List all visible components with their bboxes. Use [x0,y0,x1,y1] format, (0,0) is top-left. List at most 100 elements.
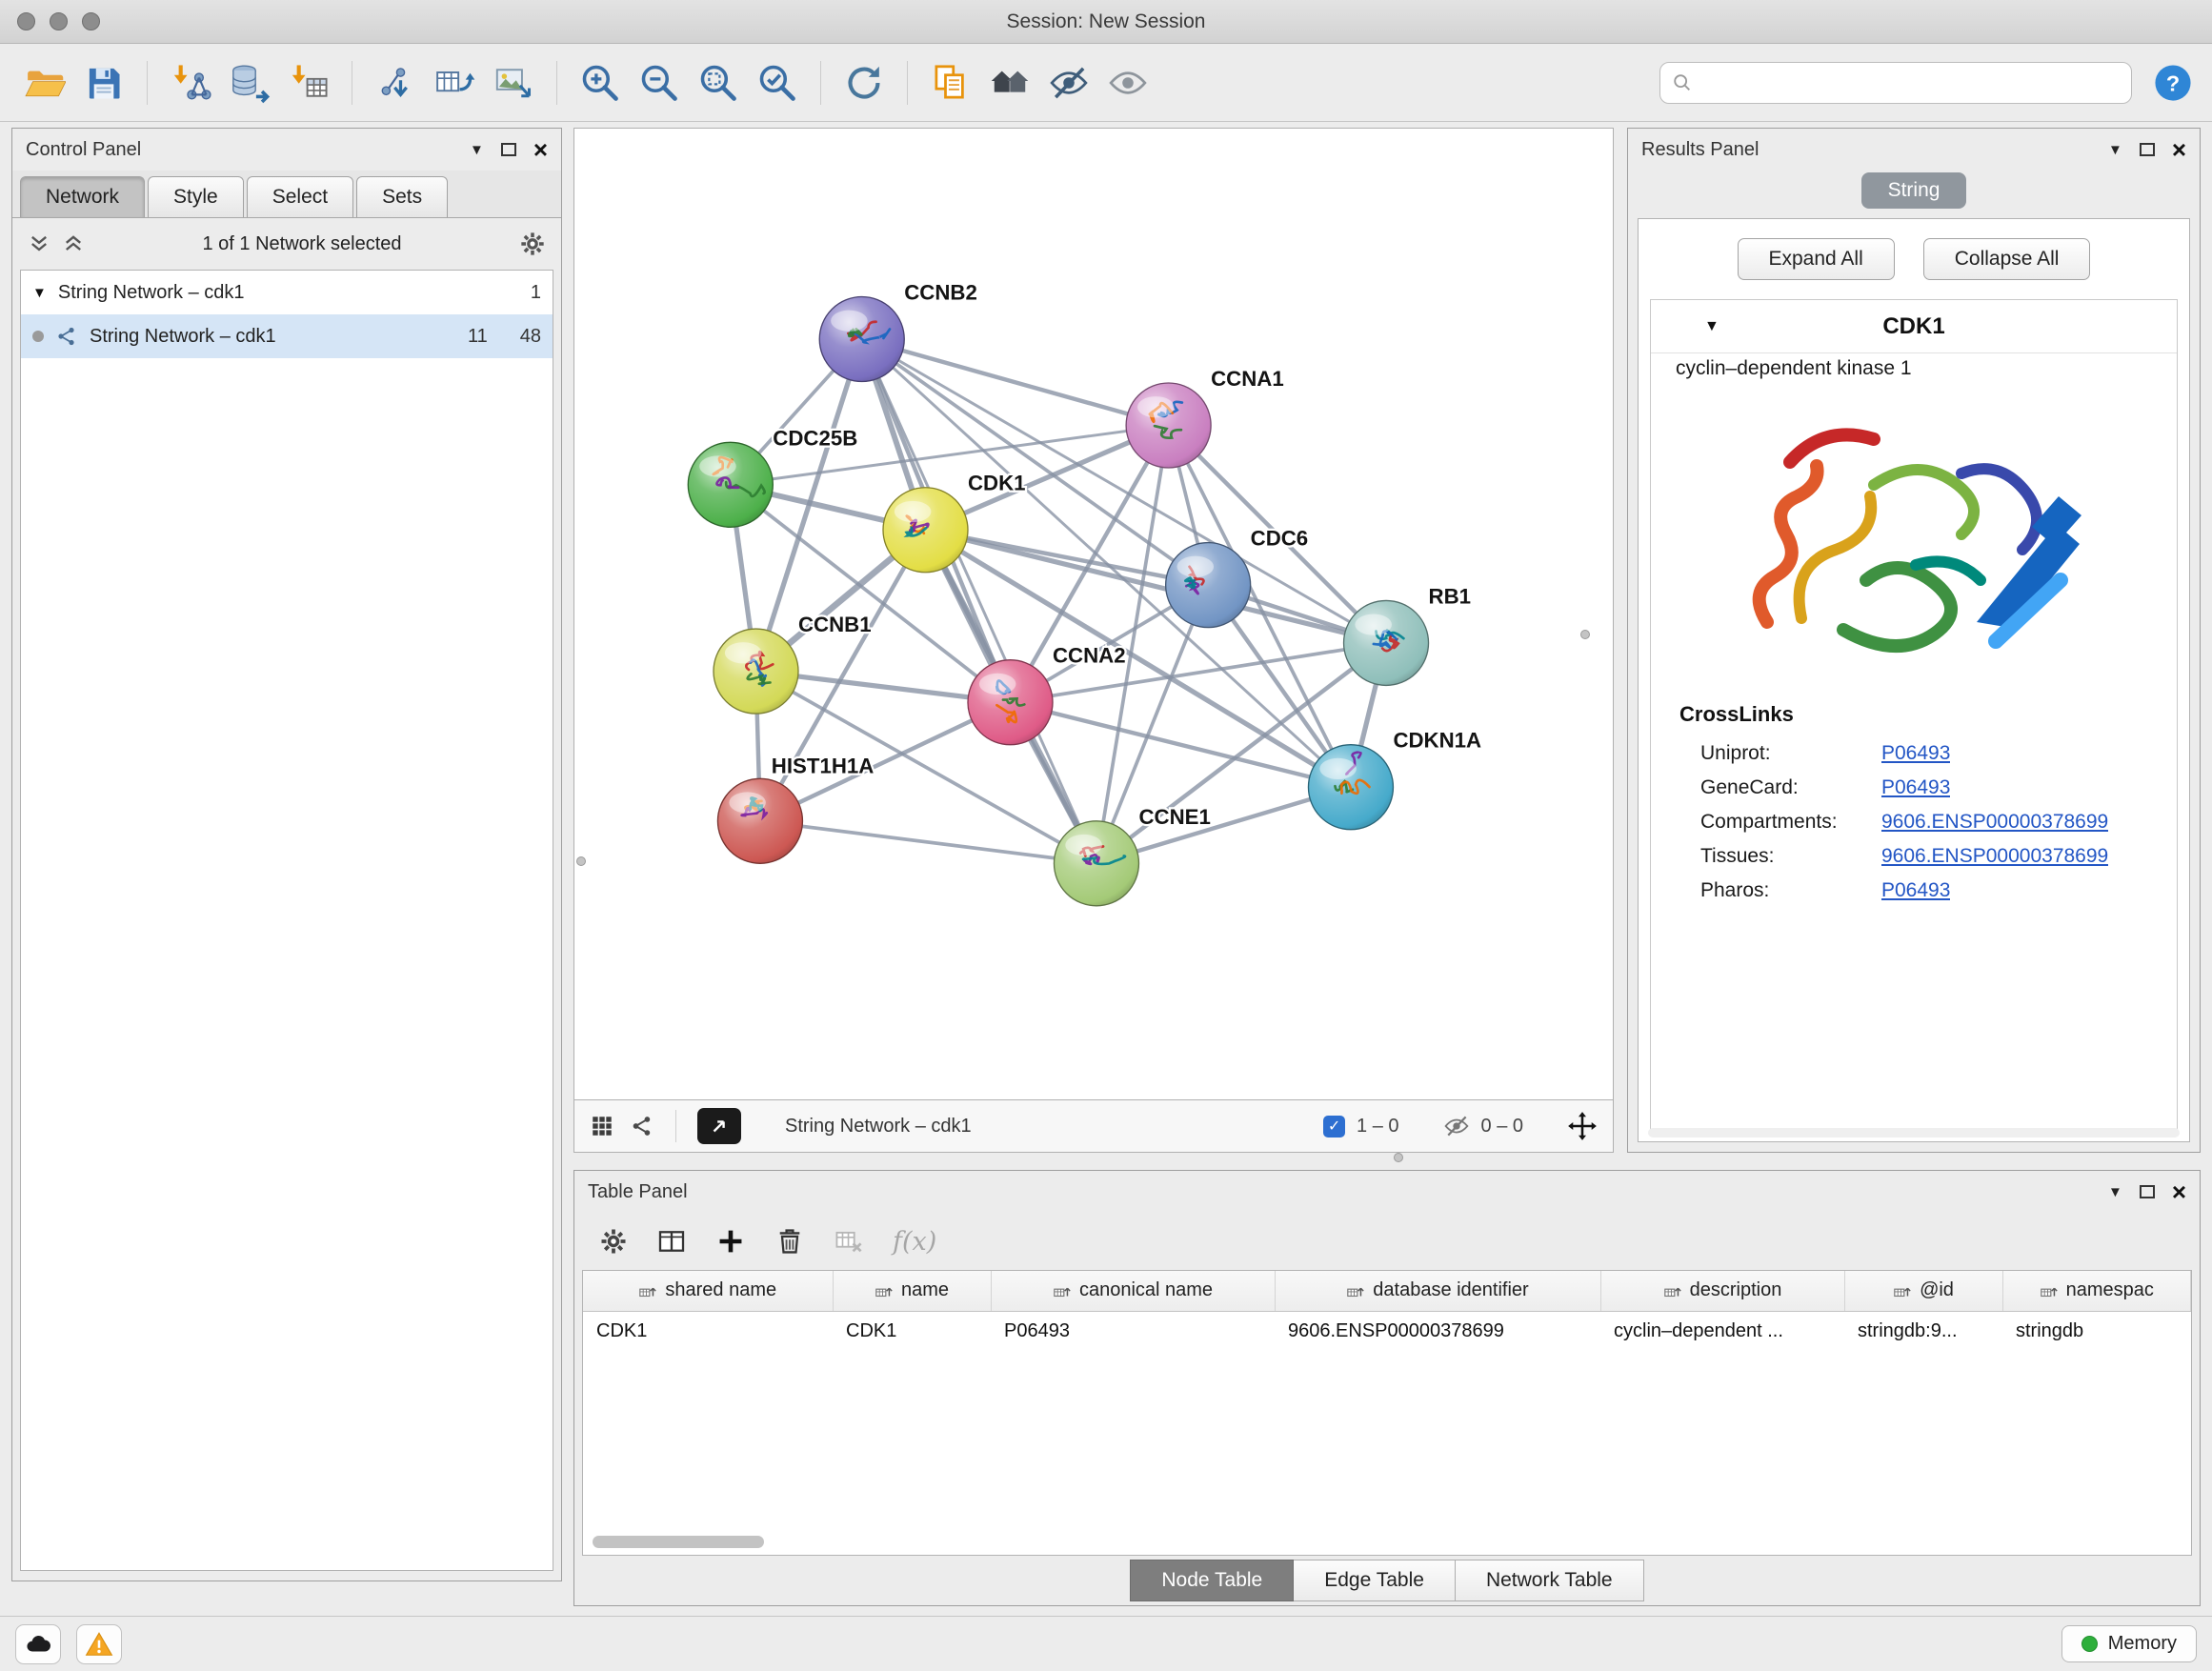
show-all-button[interactable] [1100,55,1156,111]
panel-float-icon[interactable] [2140,143,2155,156]
network-edge-HIST1H1A-CCNE1[interactable] [760,821,1096,863]
collapse-all-icon[interactable] [28,232,50,255]
toolbar-separator [675,1110,676,1142]
show-columns-icon[interactable] [656,1226,687,1257]
network-collection-row[interactable]: ▼ String Network – cdk1 1 [21,271,553,314]
function-builder-button[interactable]: f(x) [893,1227,936,1257]
export-image-button[interactable] [486,55,541,111]
network-node-count: 11 [468,326,488,348]
crosslink-link[interactable]: 9606.ENSP00000378699 [1881,845,2108,868]
crosslink-row: Pharos: P06493 [1651,874,2177,908]
import-network-database-button[interactable] [222,55,277,111]
panel-float-icon[interactable] [2140,1185,2155,1198]
collapse-all-button[interactable]: Collapse All [1923,238,2091,280]
expand-all-icon[interactable] [62,232,85,255]
column-header[interactable]: description [1600,1271,1844,1311]
network-row[interactable]: String Network – cdk1 11 48 [21,314,553,358]
network-node-CCNA1[interactable] [1126,383,1211,468]
zoom-in-button[interactable] [573,55,628,111]
network-node-HIST1H1A[interactable] [717,778,802,863]
network-node-CCNB1[interactable] [714,629,798,714]
table-settings-gear-icon[interactable] [599,1227,628,1256]
column-header[interactable]: database identifier [1275,1271,1600,1311]
minimize-window-button[interactable] [50,12,68,30]
splitter-handle[interactable] [1580,630,1590,639]
panel-close-icon[interactable]: × [2172,137,2186,162]
panel-menu-caret-icon[interactable]: ▼ [470,142,484,158]
protein-section-header[interactable]: ▼ CDK1 [1651,300,2177,353]
search-input[interactable] [1700,71,2120,93]
import-table-button[interactable] [281,55,336,111]
tab-select[interactable]: Select [247,176,353,217]
column-header[interactable]: name [833,1271,991,1311]
panel-close-icon[interactable]: × [533,137,548,162]
zoom-fit-button[interactable] [691,55,746,111]
hide-selected-button[interactable] [1041,55,1096,111]
network-edge-CCNB2-CCNE1[interactable] [862,339,1096,863]
network-selection-row: 1 of 1 Network selected [12,218,561,270]
cloud-status-button[interactable] [15,1624,61,1664]
new-network-from-selection-button[interactable] [368,55,423,111]
delete-table-icon[interactable] [834,1226,864,1257]
network-canvas[interactable]: CCNB2CCNA1CDC25BCDK1CDC6RB1CCNB1CCNA2CDK… [573,128,1614,1099]
column-header[interactable]: @id [1844,1271,2002,1311]
save-session-button[interactable] [76,55,131,111]
network-graph[interactable]: CCNB2CCNA1CDC25BCDK1CDC6RB1CCNB1CCNA2CDK… [574,129,1613,1099]
gear-icon[interactable] [519,231,546,257]
delete-column-trash-icon[interactable] [774,1226,805,1257]
tree-expander-icon[interactable]: ▼ [32,285,47,301]
crosslink-link[interactable]: P06493 [1881,879,1950,902]
home-view-button[interactable] [982,55,1037,111]
column-header[interactable]: namespac [2002,1271,2191,1311]
network-view-button[interactable] [630,1114,654,1138]
expand-all-button[interactable]: Expand All [1738,238,1895,280]
zoom-out-button[interactable] [632,55,687,111]
tab-string[interactable]: String [1861,172,1967,209]
tab-sets[interactable]: Sets [356,176,448,217]
column-header[interactable]: shared name [583,1271,833,1311]
memory-button[interactable]: Memory [2061,1625,2197,1662]
crosslink-link[interactable]: 9606.ENSP00000378699 [1881,811,2108,834]
horizontal-scrollbar-thumb[interactable] [593,1536,764,1548]
pan-move-icon[interactable] [1567,1111,1598,1141]
open-session-button[interactable] [17,55,72,111]
arrow-up-right-icon [709,1116,730,1137]
copy-document-button[interactable] [923,55,978,111]
section-expander-icon[interactable]: ▼ [1704,318,1719,335]
cell-description: cyclin–dependent ... [1600,1311,1844,1351]
add-column-plus-icon[interactable] [715,1226,746,1257]
crosslink-link[interactable]: P06493 [1881,742,1950,765]
tab-edge-table[interactable]: Edge Table [1294,1560,1456,1601]
tab-style[interactable]: Style [148,176,244,217]
horizontal-scrollbar[interactable] [1648,1128,2180,1137]
crosslink-link[interactable]: P06493 [1881,776,1950,799]
help-button[interactable]: ? [2151,61,2195,105]
import-network-file-button[interactable] [163,55,218,111]
grid-view-button[interactable] [590,1114,614,1138]
column-sort-icon [1893,1281,1912,1300]
warnings-button[interactable] [76,1624,122,1664]
birds-eye-view-button[interactable] [697,1108,741,1144]
network-status-dot-icon [32,331,44,342]
panel-close-icon[interactable]: × [2172,1179,2186,1204]
zoom-selected-button[interactable] [750,55,805,111]
tab-network[interactable]: Network [20,176,145,217]
network-node-CDC6[interactable] [1166,543,1251,628]
splitter-handle[interactable] [576,856,586,866]
column-header[interactable]: canonical name [991,1271,1275,1311]
maximize-window-button[interactable] [82,12,100,30]
column-sort-icon [875,1281,894,1300]
tab-network-table[interactable]: Network Table [1456,1560,1644,1601]
splitter-handle[interactable] [1394,1153,1403,1162]
network-view-title: String Network – cdk1 [785,1116,972,1137]
panel-menu-caret-icon[interactable]: ▼ [2108,1184,2122,1200]
selection-checkbox[interactable]: ✓ [1323,1116,1345,1137]
panel-menu-caret-icon[interactable]: ▼ [2108,142,2122,158]
panel-float-icon[interactable] [501,143,516,156]
table-row[interactable]: CDK1 CDK1 P06493 9606.ENSP00000378699 cy… [583,1311,2191,1351]
apply-layout-button[interactable] [836,55,892,111]
tab-node-table[interactable]: Node Table [1130,1560,1294,1601]
table-tabs: Node Table Edge Table Network Table [574,1556,2200,1605]
export-table-button[interactable] [427,55,482,111]
close-window-button[interactable] [17,12,35,30]
